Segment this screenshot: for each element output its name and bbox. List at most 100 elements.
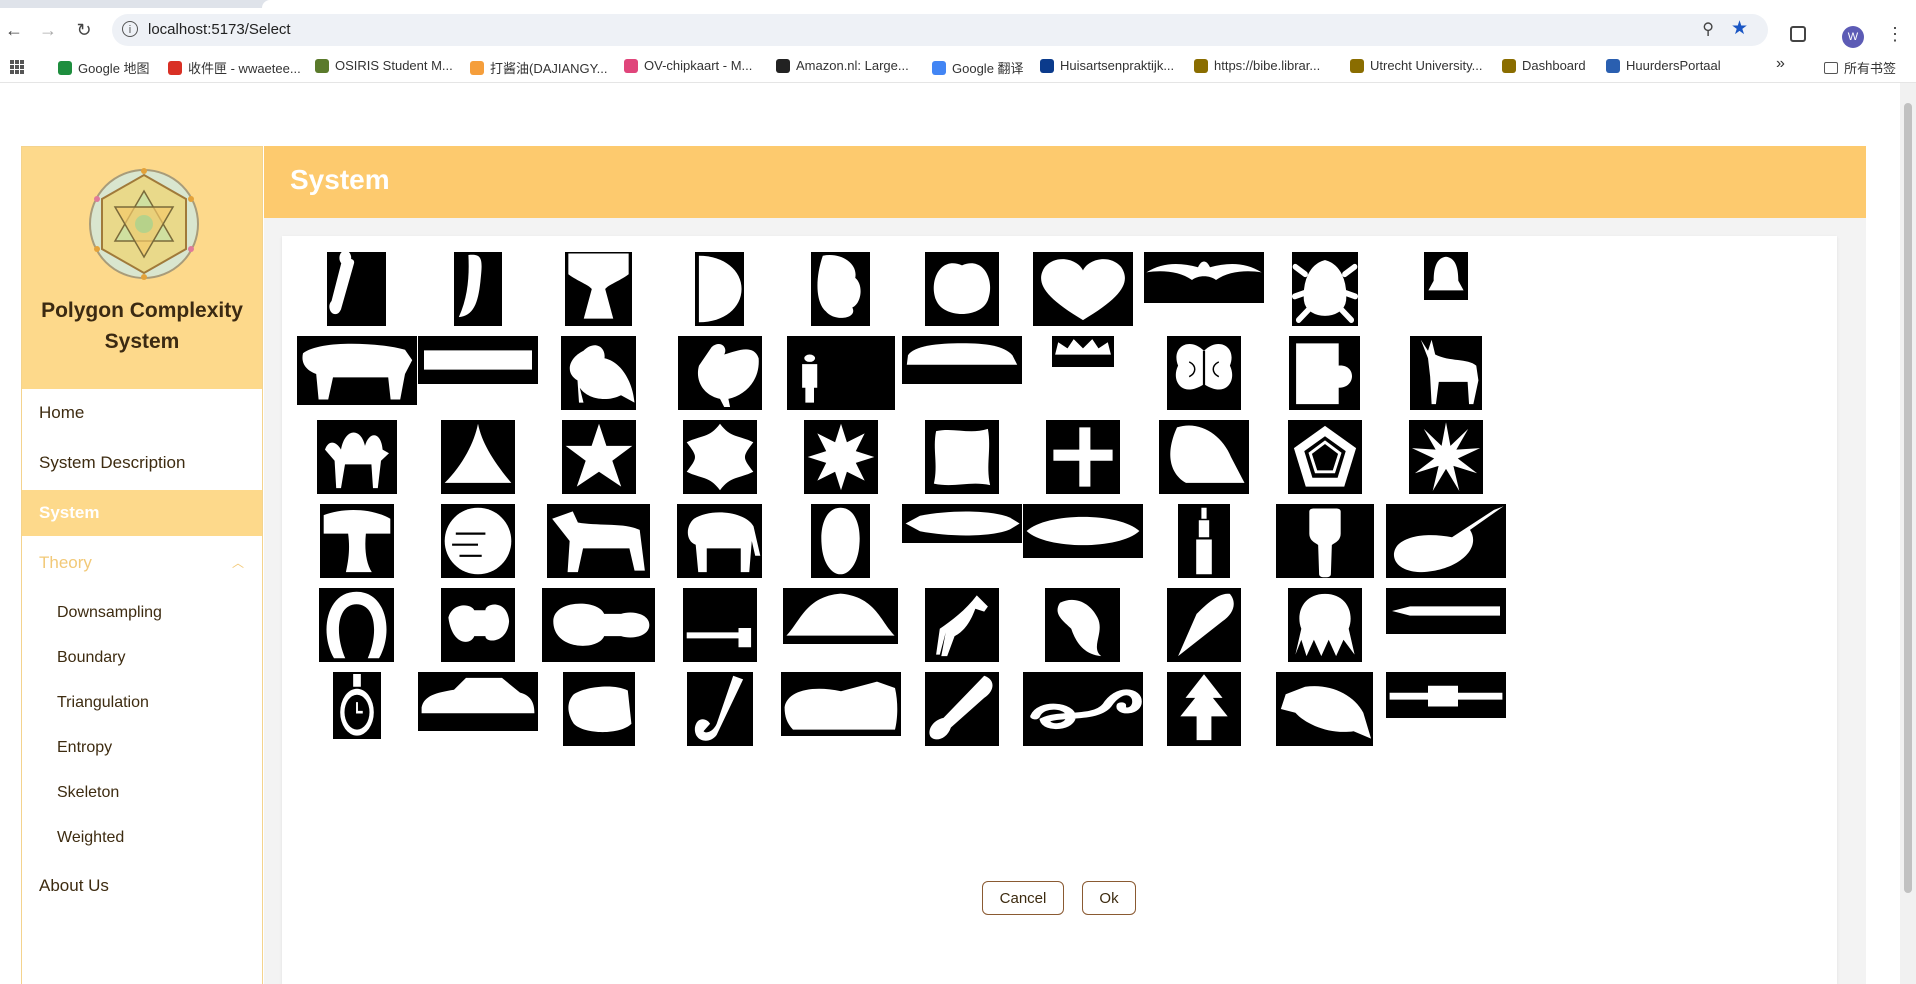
bookmark-item[interactable]: HuurdersPortaal xyxy=(1606,58,1721,73)
brand-title-line2: System xyxy=(104,330,180,353)
bookmark-item[interactable]: 打酱油(DAJIANGY... xyxy=(470,58,608,77)
cancel-button[interactable]: Cancel xyxy=(982,881,1064,915)
hat-icon xyxy=(783,588,898,644)
shape-option[interactable] xyxy=(1022,672,1143,774)
bar-icon xyxy=(417,336,538,384)
sidebar: Polygon Complexity System Home System De… xyxy=(21,146,263,984)
nav-downsampling[interactable]: Downsampling xyxy=(22,591,262,635)
chevron-up-icon: ︿ xyxy=(231,556,244,570)
apps-grid-icon[interactable] xyxy=(10,60,24,74)
nav-skeleton[interactable]: Skeleton xyxy=(22,771,262,815)
profile-avatar[interactable]: W xyxy=(1842,26,1864,48)
shape-row xyxy=(296,672,1766,774)
blob-icon xyxy=(811,252,870,326)
half-disc-icon xyxy=(695,252,744,326)
tab-strip xyxy=(0,0,1916,8)
site-info-icon[interactable]: i xyxy=(122,21,138,37)
bookmark-favicon-icon xyxy=(1194,58,1208,73)
bookmark-item[interactable]: OV-chipkaart - M... xyxy=(624,58,752,73)
shape-option[interactable] xyxy=(1143,672,1264,774)
bookmark-item[interactable]: OSIRIS Student M... xyxy=(315,58,453,73)
ant-icon xyxy=(1177,504,1230,578)
pencil-icon xyxy=(1385,588,1506,634)
nav-weighted[interactable]: Weighted xyxy=(22,816,262,860)
bookmark-favicon-icon xyxy=(470,60,484,75)
shape-option[interactable] xyxy=(296,672,417,774)
bell-icon xyxy=(1423,252,1468,300)
cow-icon xyxy=(296,336,417,405)
mug-icon xyxy=(1289,336,1360,410)
shape-option[interactable] xyxy=(538,672,659,774)
heart-icon xyxy=(1032,252,1133,326)
shape-option[interactable] xyxy=(659,672,780,774)
bookmark-favicon-icon xyxy=(1606,58,1620,73)
browser-menu-icon[interactable]: ⋮ xyxy=(1886,24,1904,45)
brand-title: Polygon Complexity System xyxy=(22,295,262,357)
all-bookmarks-folder[interactable]: 所有书签 xyxy=(1824,58,1896,77)
crown-icon xyxy=(1051,336,1114,367)
shape-option[interactable] xyxy=(1385,672,1506,774)
active-tab[interactable] xyxy=(262,0,1916,8)
reload-icon[interactable]: ↻ xyxy=(72,18,96,42)
shape-option[interactable] xyxy=(901,672,1022,774)
leaf-strip-icon xyxy=(453,252,502,326)
head-icon xyxy=(811,504,870,578)
guitar-body-icon xyxy=(542,588,655,662)
bookmark-item[interactable]: Dashboard xyxy=(1502,58,1586,73)
nav-home[interactable]: Home xyxy=(22,390,262,436)
ok-button[interactable]: Ok xyxy=(1082,881,1136,915)
butterfly-icon xyxy=(1166,336,1241,410)
square-wavy-icon xyxy=(924,420,999,494)
star-8-icon xyxy=(803,420,878,494)
bookmark-item[interactable]: https://bibe.librar... xyxy=(1194,58,1320,73)
nav-theory-label: Theory xyxy=(39,553,92,572)
url-field[interactable]: i localhost:5173/Select ⚲ ★ xyxy=(112,14,1768,46)
bookmarks-bar: Google 地图 收件匣 - wwaetee... OSIRIS Student … xyxy=(0,52,1916,83)
scrollbar-thumb[interactable] xyxy=(1904,103,1912,893)
nav-theory[interactable]: Theory ︿ xyxy=(22,540,262,586)
flower-5-icon xyxy=(561,420,636,494)
deer-icon xyxy=(1409,336,1482,410)
turtle-icon xyxy=(1276,672,1373,746)
bookmark-favicon-icon xyxy=(932,60,946,75)
shape-option[interactable] xyxy=(1264,672,1385,774)
pentagon-spiral-icon xyxy=(1287,420,1362,494)
child-icon xyxy=(786,336,895,410)
bookmark-favicon-icon xyxy=(1350,58,1364,73)
bat-icon xyxy=(1143,252,1264,303)
forward-icon[interactable]: → xyxy=(36,18,60,42)
bookmark-item[interactable]: Huisartsenpraktijk... xyxy=(1040,58,1174,73)
dog-icon xyxy=(547,504,650,578)
nav-system-description[interactable]: System Description xyxy=(22,440,262,486)
disc-lines-icon xyxy=(440,504,515,578)
extensions-icon[interactable] xyxy=(1790,26,1806,42)
bookmark-star-icon[interactable]: ★ xyxy=(1731,17,1748,40)
bookmark-item[interactable]: 收件匣 - wwaetee... xyxy=(168,58,301,77)
url-text: localhost:5173/Select xyxy=(148,21,291,38)
nav-boundary[interactable]: Boundary xyxy=(22,636,262,680)
brand-title-line1: Polygon Complexity xyxy=(41,299,243,322)
shape-option[interactable] xyxy=(780,672,901,774)
rat-icon xyxy=(562,672,635,746)
polygon-logo-icon xyxy=(89,168,199,280)
spoon-icon xyxy=(924,672,999,746)
bookmark-favicon-icon xyxy=(168,60,182,75)
more-bookmarks-icon[interactable]: » xyxy=(1776,55,1785,73)
nav-about-us[interactable]: About Us xyxy=(22,863,262,909)
nav-system[interactable]: System xyxy=(22,490,262,536)
bookmark-item[interactable]: Amazon.nl: Large... xyxy=(776,58,909,73)
shape-option[interactable] xyxy=(417,672,538,774)
bookmark-item[interactable]: Google 翻译 xyxy=(932,58,1024,77)
page-scrollbar[interactable] xyxy=(1900,83,1916,984)
nav-entropy[interactable]: Entropy xyxy=(22,726,262,770)
shape-selection-card: Cancel Ok xyxy=(282,236,1837,984)
hat-cone-icon xyxy=(440,420,515,494)
bookmark-item[interactable]: Google 地图 xyxy=(58,58,150,77)
zoom-icon[interactable]: ⚲ xyxy=(1702,19,1714,39)
rooster-icon xyxy=(677,336,762,410)
back-icon[interactable]: ← xyxy=(2,18,26,42)
beetle-icon xyxy=(1291,252,1358,326)
bookmark-item[interactable]: Utrecht University... xyxy=(1350,58,1482,73)
nav-triangulation[interactable]: Triangulation xyxy=(22,681,262,725)
car-icon xyxy=(901,336,1022,384)
